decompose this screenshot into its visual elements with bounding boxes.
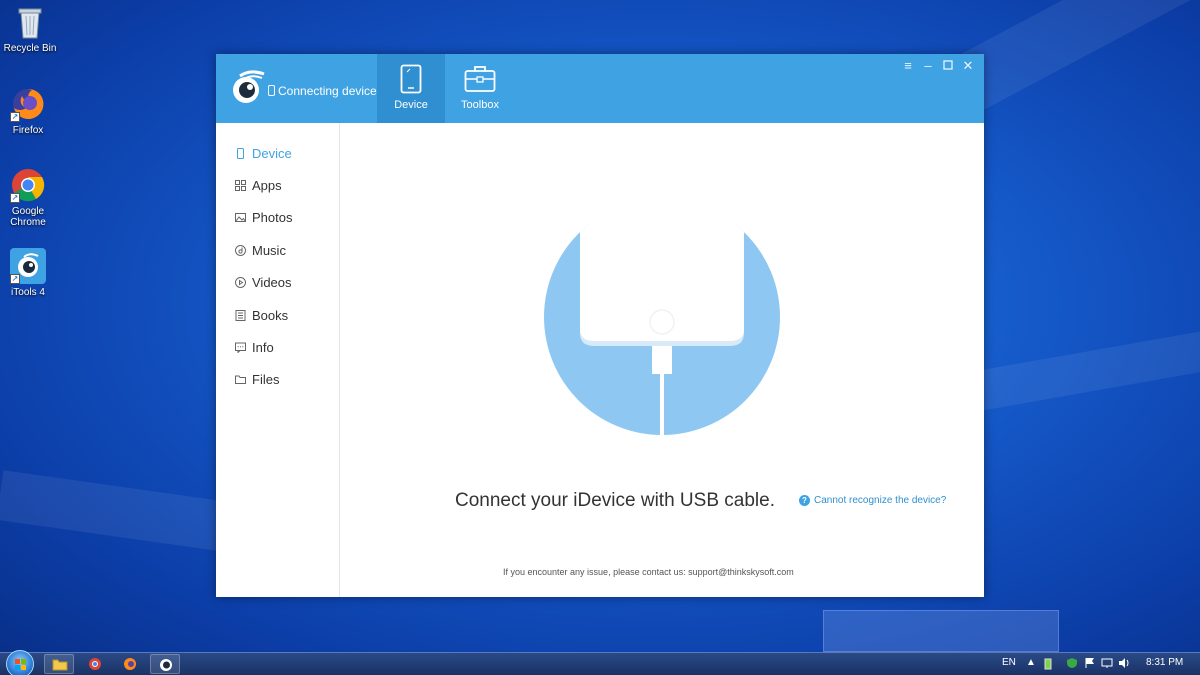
sidebar-item-label: Photos [252, 210, 293, 226]
phone-icon [237, 147, 244, 159]
connection-status: Connecting device... [268, 84, 387, 98]
tab-toolbox-label: Toolbox [461, 99, 499, 111]
shortcut-arrow-icon: ↗ [10, 112, 20, 122]
desktop-icon-recycle-bin[interactable]: Recycle Bin [0, 4, 60, 54]
sidebar-item-label: Files [252, 372, 280, 388]
battery-icon[interactable] [1044, 658, 1052, 673]
tab-device[interactable]: Device [377, 54, 445, 123]
firefox-icon: ↗ [10, 86, 46, 122]
taskbar-itools[interactable] [150, 654, 180, 674]
minimize-icon[interactable]: – [922, 59, 934, 72]
sidebar-item-music[interactable]: Music [216, 234, 339, 266]
sidebar-item-videos[interactable]: Videos [216, 267, 339, 299]
maximize-icon[interactable] [942, 60, 954, 72]
sidebar-item-label: Info [252, 340, 274, 356]
sidebar-item-label: Apps [252, 178, 282, 194]
notification-toast[interactable] [823, 610, 1059, 652]
sidebar-item-label: Videos [252, 275, 292, 291]
action-center-flag-icon[interactable] [1084, 657, 1096, 672]
sidebar-item-apps[interactable]: Apps [216, 169, 339, 201]
recycle-bin-icon [12, 4, 48, 40]
desktop-icon-firefox[interactable]: ↗ Firefox [0, 86, 58, 136]
taskbar: EN ▲ 8:31 PM [0, 650, 1200, 675]
support-contact-note: If you encounter any issue, please conta… [503, 567, 794, 577]
window-controls: ≡ – ✕ [902, 59, 974, 72]
firefox-icon [124, 658, 136, 670]
itools-logo-icon [228, 70, 268, 104]
plug-icon [268, 85, 275, 96]
chrome-icon [89, 658, 101, 670]
tab-toolbox[interactable]: Toolbox [446, 54, 514, 123]
shortcut-arrow-icon: ↗ [10, 193, 20, 203]
desktop-icon-itools[interactable]: ↗ iTools 4 [0, 248, 58, 298]
help-icon: ? [799, 495, 810, 506]
sidebar-item-label: Books [252, 307, 289, 323]
itools-icon: ↗ [10, 248, 46, 284]
taskbar-chrome[interactable] [80, 654, 110, 674]
desktop-icon-label: iTools 4 [11, 287, 45, 298]
sidebar-item-files[interactable]: Files [216, 364, 339, 396]
security-shield-icon[interactable] [1066, 657, 1078, 672]
sidebar-item-device[interactable]: Device [216, 137, 339, 169]
usb-connect-illustration [544, 223, 780, 435]
start-button[interactable] [6, 650, 34, 675]
shortcut-arrow-icon: ↗ [10, 274, 20, 284]
info-message-icon [235, 342, 246, 354]
volume-icon[interactable] [1118, 657, 1132, 672]
itools-window: Connecting device... Device Toolbox ≡ – … [216, 54, 984, 597]
video-icon [235, 277, 246, 289]
itools-icon [160, 659, 172, 671]
apps-grid-icon [235, 180, 246, 192]
desktop-icon-label: Recycle Bin [3, 43, 57, 54]
cannot-recognize-link[interactable]: ? Cannot recognize the device? [799, 495, 946, 506]
sidebar-item-label: Music [252, 242, 286, 258]
desktop-icon-label: Google Chrome [10, 206, 46, 228]
sidebar-item-info[interactable]: Info [216, 331, 339, 363]
desktop-icon-label: Firefox [12, 125, 44, 136]
book-icon [235, 309, 246, 321]
show-hidden-icons[interactable]: ▲ [1026, 657, 1036, 668]
windows-logo-icon [15, 659, 26, 670]
sidebar-item-photos[interactable]: Photos [216, 202, 339, 234]
taskbar-firefox[interactable] [115, 654, 145, 674]
tab-device-label: Device [394, 99, 428, 111]
help-link-text: Cannot recognize the device? [814, 495, 947, 506]
desktop-icon-chrome[interactable]: ↗ Google Chrome [0, 167, 58, 228]
clock[interactable]: 8:31 PM [1146, 657, 1183, 668]
taskbar-explorer[interactable] [44, 654, 74, 674]
photo-icon [235, 213, 246, 223]
language-indicator[interactable]: EN [1002, 657, 1016, 668]
close-icon[interactable]: ✕ [962, 59, 974, 72]
sidebar-item-label: Device [252, 145, 292, 161]
music-icon [235, 244, 246, 256]
folder-icon [52, 659, 68, 671]
tablet-icon [400, 64, 422, 94]
connect-message: Connect your iDevice with USB cable. [455, 490, 775, 511]
network-icon[interactable] [1101, 657, 1113, 672]
folder-icon [235, 375, 246, 385]
toolbox-icon [464, 66, 496, 92]
menu-icon[interactable]: ≡ [902, 59, 914, 72]
title-bar: Connecting device... Device Toolbox ≡ – … [216, 54, 984, 123]
connection-status-text: Connecting device... [278, 84, 387, 98]
sidebar-item-books[interactable]: Books [216, 299, 339, 331]
sidebar: Device Apps Photos Music Videos Books In… [216, 123, 340, 597]
chrome-icon: ↗ [10, 167, 46, 203]
main-content: Connect your iDevice with USB cable. ? Ca… [340, 123, 984, 597]
